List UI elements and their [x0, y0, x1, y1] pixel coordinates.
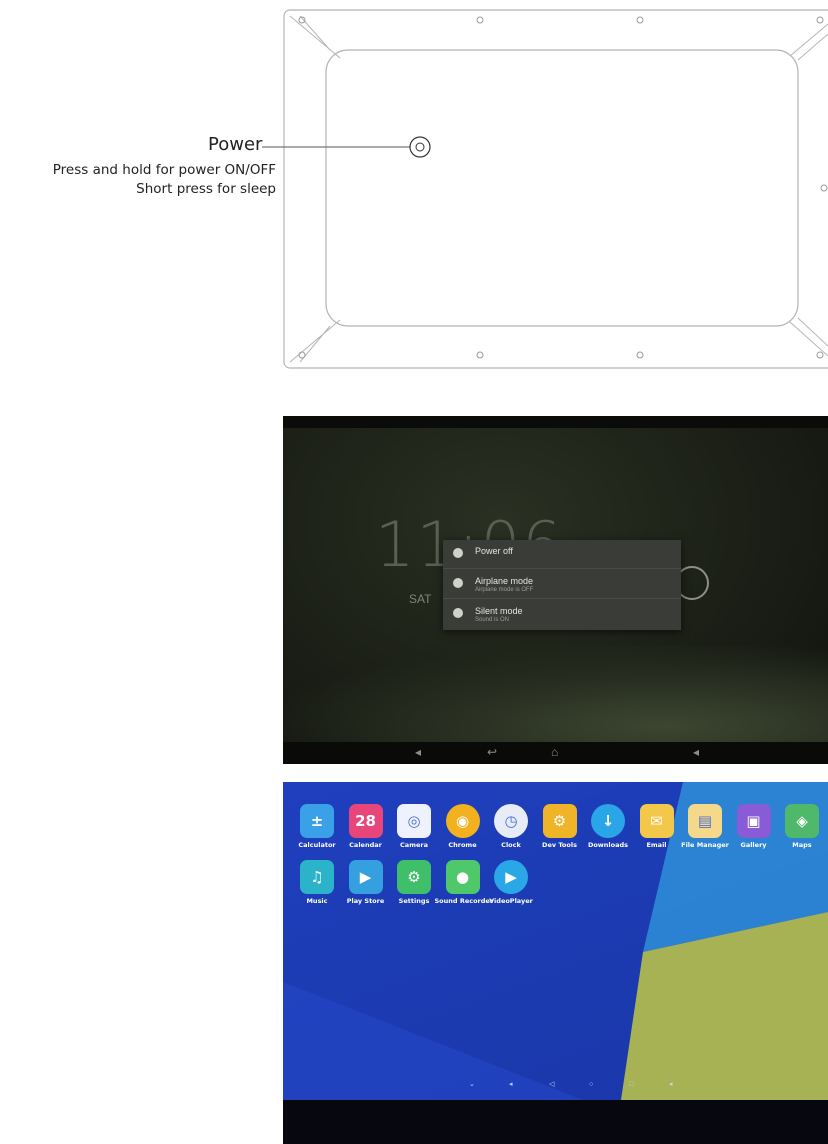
power-off-label: Power off	[475, 546, 513, 556]
back-icon[interactable]: ◁	[549, 1080, 554, 1088]
airplane-mode-item[interactable]: Airplane mode Airplane mode is OFF	[443, 570, 681, 599]
email-icon: ✉	[639, 804, 674, 838]
airplane-mode-status: Airplane mode is OFF	[475, 587, 534, 593]
calculator-icon: ±	[300, 804, 334, 838]
power-options-dialog: Power off Airplane mode Airplane mode is…	[443, 540, 681, 630]
app-label: VideoPlayer	[489, 897, 533, 905]
play-store-icon: ▶	[348, 860, 383, 894]
dev-tools-icon: ⚙	[542, 804, 577, 838]
app-videoplayer[interactable]: ▶ VideoPlayer	[483, 860, 539, 905]
recents-icon[interactable]: □	[629, 1081, 633, 1088]
navigation-bar: ◂ ↩ ⌂ ◂	[283, 742, 828, 764]
clock-icon: ◷	[494, 804, 528, 838]
camera-icon: ◎	[397, 804, 431, 838]
sound-recorder-icon: ●	[445, 860, 480, 894]
silent-mode-status: Sound is ON	[475, 617, 510, 623]
wallpaper-leaf	[283, 646, 828, 746]
chrome-icon: ◉	[445, 804, 480, 838]
speaker-icon	[453, 608, 463, 618]
calendar-icon: 28	[348, 804, 383, 838]
lockscreen-day: SAT	[409, 592, 432, 606]
power-off-item[interactable]: Power off	[443, 540, 681, 569]
volume-down-icon[interactable]: ◂	[415, 745, 421, 759]
airplane-mode-label: Airplane mode	[475, 576, 534, 586]
app-drawer-photo: ± Calculator 28 Calendar ◎ Camera ◉ Chrome ◷ Cloc…	[283, 782, 828, 1144]
power-note-sleep: Short press for sleep	[136, 181, 276, 197]
device-back-diagram: Power Press and hold for power ON/OFF Sh…	[0, 0, 828, 380]
status-bar	[283, 416, 828, 428]
volume-down-icon[interactable]: ◂	[509, 1080, 513, 1088]
silent-mode-label: Silent mode	[475, 606, 523, 616]
power-menu-photo: 11:06 SAT Power off Airplane mode Airpla…	[283, 416, 828, 764]
app-drawer-screen: ± Calculator 28 Calendar ◎ Camera ◉ Chrome ◷ Cloc…	[283, 782, 828, 1100]
volume-up-icon[interactable]: ◂	[693, 745, 699, 759]
downloads-icon: ↓	[591, 804, 625, 838]
maps-icon: ◈	[785, 804, 819, 838]
gallery-icon: ▣	[736, 804, 771, 838]
device-back-outline	[262, 9, 828, 369]
volume-up-icon[interactable]: ◂	[669, 1080, 673, 1088]
power-icon	[453, 548, 463, 558]
airplane-icon	[453, 578, 463, 588]
device-bezel	[283, 1100, 828, 1144]
app-label: Maps	[792, 841, 812, 849]
music-icon: ♫	[300, 860, 334, 894]
collapse-icon[interactable]: ⌄	[469, 1080, 475, 1088]
power-note-hold: Press and hold for power ON/OFF	[52, 162, 276, 178]
file-manager-icon: ▤	[688, 804, 722, 838]
home-icon[interactable]: ⌂	[551, 745, 558, 759]
power-label: Power	[208, 134, 263, 155]
home-icon[interactable]: ○	[589, 1081, 593, 1088]
videoplayer-icon: ▶	[494, 860, 528, 894]
app-maps[interactable]: ◈ Maps	[774, 804, 828, 849]
back-icon[interactable]: ↩	[487, 745, 497, 759]
settings-icon: ⚙	[397, 860, 431, 894]
silent-mode-item[interactable]: Silent mode Sound is ON	[443, 600, 681, 628]
